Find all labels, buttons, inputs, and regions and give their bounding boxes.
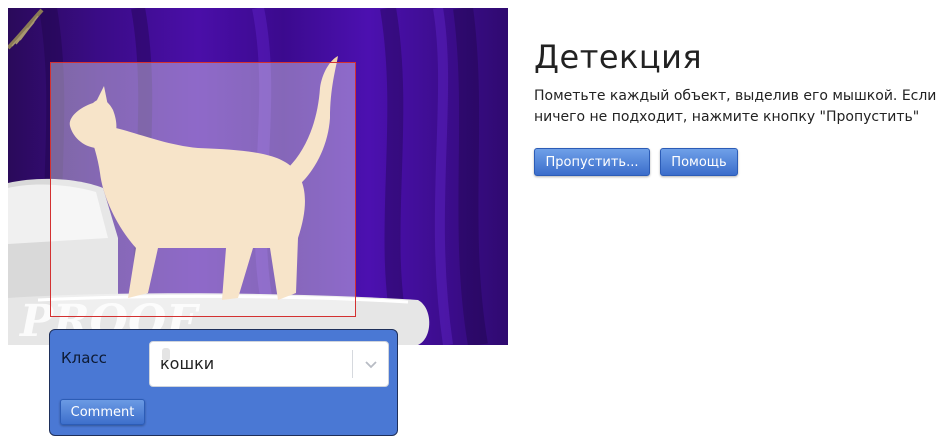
comment-button[interactable]: Comment [60, 399, 145, 425]
help-button[interactable]: Помощь [660, 148, 738, 176]
page-title: Детекция [534, 38, 703, 76]
annotation-popup: Класс кошки Comment [49, 329, 398, 436]
skip-button[interactable]: Пропустить... [534, 148, 650, 176]
detection-page: PROOF Класс кошки Comment Детекция Помет… [0, 0, 944, 447]
class-select[interactable]: кошки [149, 341, 389, 387]
class-select-value: кошки [160, 354, 215, 373]
instructions-text: Пометьте каждый объект, выделив его мышк… [534, 88, 937, 125]
class-label: Класс [61, 349, 107, 367]
chevron-down-icon[interactable] [361, 354, 381, 374]
select-separator [352, 350, 353, 378]
bounding-box[interactable] [50, 62, 356, 317]
